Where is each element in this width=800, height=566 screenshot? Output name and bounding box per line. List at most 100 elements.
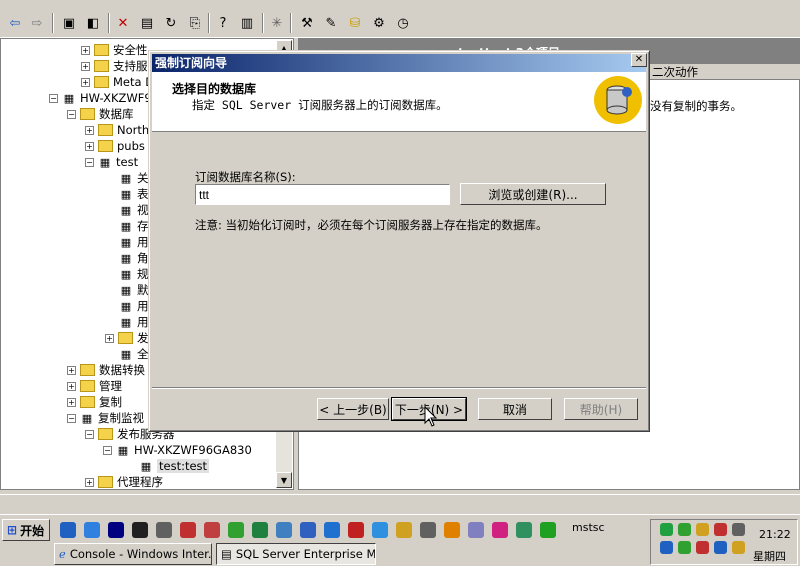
tree-node[interactable]: ▦ 全 [119,346,149,362]
tree-node[interactable]: ▦ 用 [119,314,149,330]
tree-node[interactable]: ▦ 默 [119,282,149,298]
show-hide-tree-icon[interactable]: ◧ [82,12,104,34]
taskbar-item-sql-em[interactable]: ▤ SQL Server Enterprise M... [216,543,376,565]
quick-launch-icon[interactable] [540,522,556,538]
wizard-icon[interactable]: ✳ [266,12,288,34]
collapse-icon[interactable]: − [67,413,76,423]
tree-node[interactable]: ▦ 视 [119,202,149,218]
tray-icon[interactable] [714,523,727,536]
job-icon[interactable]: ⚙ [368,12,390,34]
collapse-icon[interactable]: − [85,429,94,439]
subscription-db-input[interactable] [195,184,450,205]
tray-icon[interactable] [732,523,745,536]
expand-icon[interactable]: + [81,61,90,71]
schedule-icon[interactable]: ◷ [392,12,414,34]
taskbar-item-console[interactable]: ℯ Console - Windows Inter... [54,543,212,565]
tree-node[interactable]: ▦ 表 [119,186,149,202]
start-button[interactable]: ⊞ 开始 [2,519,50,541]
quick-launch-icon[interactable] [468,522,484,538]
expand-icon[interactable]: + [85,477,94,487]
tray-icon[interactable] [714,541,727,554]
tree-node[interactable]: + 代理程序 [85,474,163,489]
quick-launch-icon[interactable] [372,522,388,538]
help-icon[interactable]: ? [212,12,234,34]
tree-node[interactable]: − ▦ HW-XKZWF96GA830 [103,442,252,458]
quick-launch-icon[interactable] [204,522,220,538]
forward-arrow-icon[interactable]: ⇨ [26,12,48,34]
tree-node[interactable]: − ▦ HW-XKZWF96 [49,90,159,106]
quick-launch-icon[interactable] [180,522,196,538]
up-folder-icon[interactable]: ▣ [58,12,80,34]
tree-node[interactable]: ▦ 用 [119,298,149,314]
expand-icon[interactable]: + [85,141,94,151]
quick-launch-icon[interactable] [348,522,364,538]
help-button[interactable]: 帮助(H) [564,398,638,420]
quick-launch-icon[interactable] [516,522,532,538]
quick-launch-icon[interactable] [60,522,76,538]
tray-icon[interactable] [660,541,673,554]
collapse-icon[interactable]: − [103,445,112,455]
expand-icon[interactable]: + [67,365,76,375]
tree-node[interactable]: − ▦ test [85,154,138,170]
expand-icon[interactable]: + [105,333,114,343]
tree-node[interactable]: + 发 [105,330,149,346]
tree-node[interactable]: + pubs [85,138,145,154]
tree-node[interactable]: + North [85,122,149,138]
tray-icon[interactable] [696,523,709,536]
register-server-icon[interactable]: ⚒ [296,12,318,34]
menu-bar[interactable] [0,0,800,6]
back-arrow-icon[interactable]: ⇦ [4,12,26,34]
column-header-last-action[interactable]: 二次动作 [650,64,800,80]
expand-icon[interactable]: + [67,381,76,391]
refresh-icon[interactable]: ↻ [160,12,182,34]
quick-launch-icon[interactable] [108,522,124,538]
tray-icon[interactable] [678,523,691,536]
tree-node[interactable]: − 数据库 [67,106,134,122]
collapse-icon[interactable]: − [67,109,76,119]
expand-icon[interactable]: + [67,397,76,407]
tree-node[interactable]: ▦ 关 [119,170,149,186]
tree-node[interactable]: ▦ 用 [119,234,149,250]
tree-node[interactable]: ▦ 存 [119,218,149,234]
quick-launch-icon[interactable] [324,522,340,538]
expand-icon[interactable]: + [81,45,90,55]
tray-icon[interactable] [732,541,745,554]
tree-node[interactable]: + 数据转换 [67,362,145,378]
collapse-icon[interactable]: − [85,157,94,167]
database-icon[interactable]: ⛁ [344,12,366,34]
quick-launch-icon[interactable] [492,522,508,538]
quick-launch-icon[interactable] [444,522,460,538]
quick-launch-icon[interactable] [228,522,244,538]
back-button[interactable]: < 上一步(B) [317,398,389,420]
browse-or-create-button[interactable]: 浏览或创建(R)... [460,183,606,205]
export-icon[interactable]: ⎘ [184,12,206,34]
query-icon[interactable]: ✎ [320,12,342,34]
quick-launch-icon[interactable] [132,522,148,538]
tree-node[interactable]: + 安全性 [81,42,148,58]
mstsc-label[interactable]: mstsc [572,521,605,534]
quick-launch-icon[interactable] [84,522,100,538]
tree-node[interactable]: − ▦ 复制监视 [67,410,144,426]
tray-icon[interactable] [696,541,709,554]
expand-icon[interactable]: + [81,77,90,87]
clock-time[interactable]: 21:22 [759,528,791,541]
tree-node[interactable]: ▦ 规 [119,266,149,282]
tray-icon[interactable] [660,523,673,536]
tray-icon[interactable] [678,541,691,554]
delete-icon[interactable]: ✕ [112,12,134,34]
properties-icon[interactable]: ▤ [136,12,158,34]
tree-node[interactable]: ▦ test:test [139,458,210,474]
collapse-icon[interactable]: − [49,93,58,103]
console-icon[interactable]: ▥ [236,12,258,34]
cancel-button[interactable]: 取消 [478,398,552,420]
close-icon[interactable]: ✕ [631,53,647,67]
quick-launch-icon[interactable] [252,522,268,538]
tree-node[interactable]: + 复制 [67,394,122,410]
expand-icon[interactable]: + [85,125,94,135]
quick-launch-icon[interactable] [156,522,172,538]
quick-launch-icon[interactable] [276,522,292,538]
tree-node[interactable]: ▦ 角 [119,250,149,266]
quick-launch-icon[interactable] [300,522,316,538]
quick-launch-icon[interactable] [420,522,436,538]
quick-launch-icon[interactable] [396,522,412,538]
